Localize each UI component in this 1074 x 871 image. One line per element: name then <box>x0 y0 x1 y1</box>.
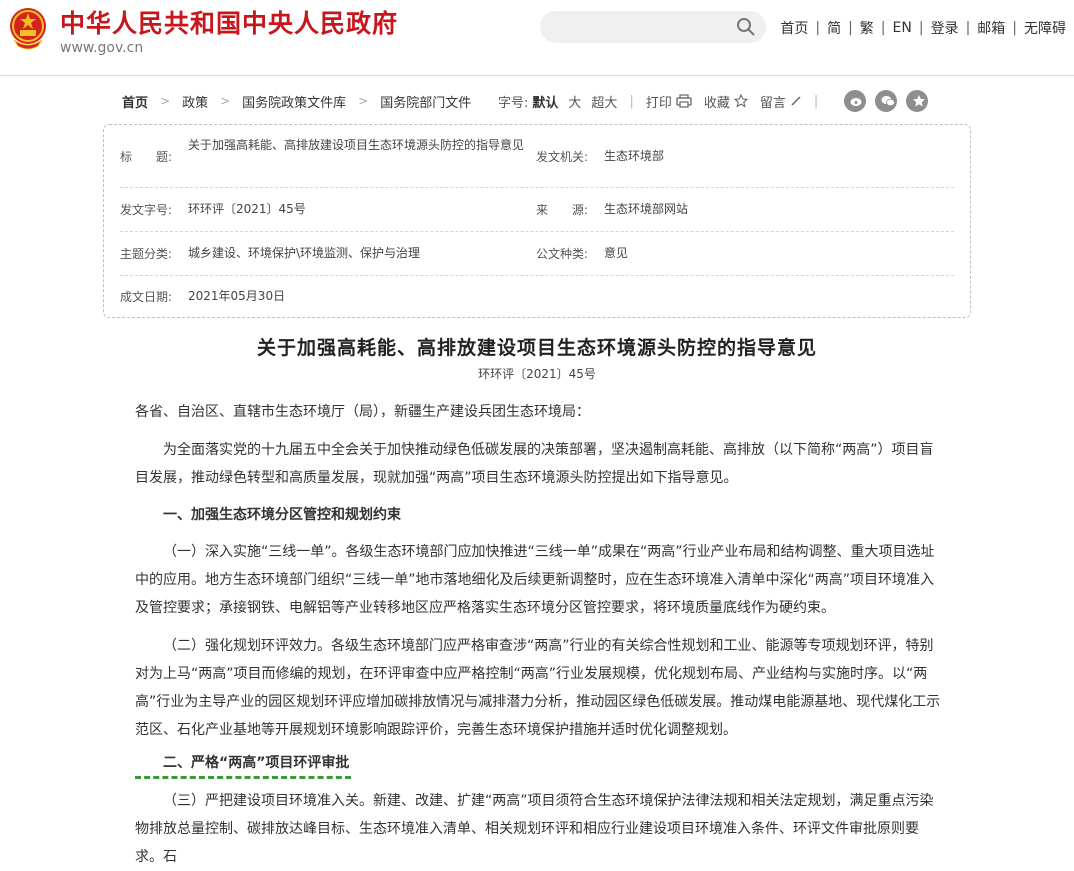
print-button[interactable]: 打印 <box>646 92 692 111</box>
meta-row: 发文字号: 环环评〔2021〕45号 来 源: 生态环境部网站 <box>120 187 954 232</box>
breadcrumb-department-docs[interactable]: 国务院部门文件 <box>380 92 471 111</box>
share-group <box>844 90 929 112</box>
meta-issuer-label: 发文机关: <box>536 150 589 164</box>
font-size-default[interactable]: 默认 <box>532 92 558 111</box>
nav-english[interactable]: EN <box>893 20 912 36</box>
national-emblem-icon[interactable] <box>8 6 48 50</box>
nav-accessibility[interactable]: 无障碍 <box>1024 18 1066 38</box>
nav-traditional[interactable]: 繁 <box>860 18 874 38</box>
favorite-label: 收藏 <box>703 95 730 111</box>
document-title: 关于加强高耗能、高排放建设项目生态环境源头防控的指导意见 <box>256 337 817 359</box>
meta-date-label: 成文日期: <box>120 290 173 304</box>
breadcrumb-home[interactable]: 首页 <box>122 92 148 111</box>
favorite-button[interactable]: 收藏 <box>704 92 748 111</box>
font-size-label: 字号: <box>498 95 529 111</box>
site-domain: www.gov.cn <box>60 40 144 56</box>
article-tools: 字号: 默认 大 超大 | 打印 收藏 留言 | <box>498 90 929 112</box>
printer-icon <box>676 94 692 108</box>
meta-docno-label: 发文字号: <box>120 203 173 217</box>
site-title[interactable]: 中华人民共和国中央人民政府 <box>60 4 398 40</box>
meta-docno-value: 环环评〔2021〕45号 <box>188 202 306 216</box>
meta-source-label: 来 源: <box>536 203 589 217</box>
intro-paragraph: 为全面落实党的十九届五中全会关于加快推动绿色低碳发展的决策部署，坚决遏制高耗能、… <box>135 442 934 486</box>
search-icon[interactable] <box>736 17 756 37</box>
breadcrumb-policy[interactable]: 政策 <box>182 92 208 111</box>
meta-issuer-value: 生态环境部 <box>604 149 665 163</box>
meta-source-value: 生态环境部网站 <box>604 202 689 216</box>
meta-type-value: 意见 <box>604 246 629 260</box>
nav-login[interactable]: 登录 <box>931 18 959 38</box>
meta-row: 成文日期: 2021年05月30日 <box>120 275 954 317</box>
section-heading: 一、加强生态环境分区管控和规划约束 <box>163 507 401 523</box>
comment-label: 留言 <box>759 95 786 111</box>
breadcrumb-policy-library[interactable]: 国务院政策文件库 <box>242 92 346 111</box>
paragraph: （三）严把建设项目环境准入关。新建、改建、扩建“两高”项目须符合生态环境保护法律… <box>135 793 934 865</box>
meta-type-label: 公文种类: <box>536 247 589 261</box>
document-body: 各省、自治区、直辖市生态环境厅（局），新疆生产建设兵团生态环境局： 为全面落实党… <box>135 398 945 871</box>
chevron-right-icon: > <box>358 94 369 108</box>
meta-row: 主题分类: 城乡建设、环境保护\环境监测、保护与治理 公文种类: 意见 <box>120 231 954 276</box>
chevron-right-icon: > <box>220 94 231 108</box>
nav-simplified[interactable]: 简 <box>827 18 841 38</box>
favorite-star-icon[interactable] <box>906 90 929 112</box>
print-label: 打印 <box>645 95 672 111</box>
font-size-large[interactable]: 大 <box>568 92 581 111</box>
font-size-xlarge[interactable]: 超大 <box>591 92 617 111</box>
meta-category-label: 主题分类: <box>120 247 173 261</box>
search-box[interactable] <box>540 11 766 43</box>
comment-button[interactable]: 留言 <box>760 92 802 111</box>
chevron-right-icon: > <box>160 94 171 108</box>
meta-date-value: 2021年05月30日 <box>188 289 286 303</box>
pencil-icon <box>791 96 801 106</box>
paragraph: （一）深入实施“三线一单”。各级生态环境部门应加快推进“三线一单”成果在“两高”… <box>135 544 935 616</box>
nav-mail[interactable]: 邮箱 <box>977 18 1005 38</box>
wechat-icon[interactable] <box>875 90 898 112</box>
meta-title-label: 标 题: <box>120 150 173 164</box>
document-number: 环环评〔2021〕45号 <box>478 367 596 381</box>
top-nav: 首页 | 简 | 繁 | EN | 登录 | 邮箱 | 无障碍 <box>780 18 1066 38</box>
meta-category-value: 城乡建设、环境保护\环境监测、保护与治理 <box>188 246 421 260</box>
search-input[interactable] <box>554 17 728 39</box>
weibo-icon[interactable] <box>844 90 867 112</box>
paragraph: （二）强化规划环评效力。各级生态环境部门应严格审查涉“两高”行业的有关综合性规划… <box>135 638 941 738</box>
salutation: 各省、自治区、直辖市生态环境厅（局），新疆生产建设兵团生态环境局： <box>135 404 590 420</box>
section-heading: 二、严格“两高”项目环评审批 <box>135 750 352 779</box>
site-header: 中华人民共和国中央人民政府 www.gov.cn 首页 | 简 | 繁 | EN | 登… <box>0 0 1074 76</box>
nav-home[interactable]: 首页 <box>780 18 808 38</box>
star-icon <box>733 94 748 108</box>
meta-title-value: 关于加强高耗能、高排放建设项目生态环境源头防控的指导意见 <box>188 138 525 152</box>
meta-row: 标 题: 关于加强高耗能、高排放建设项目生态环境源头防控的指导意见 发文机关: … <box>120 125 954 188</box>
document-metadata: 标 题: 关于加强高耗能、高排放建设项目生态环境源头防控的指导意见 发文机关: … <box>103 124 971 318</box>
